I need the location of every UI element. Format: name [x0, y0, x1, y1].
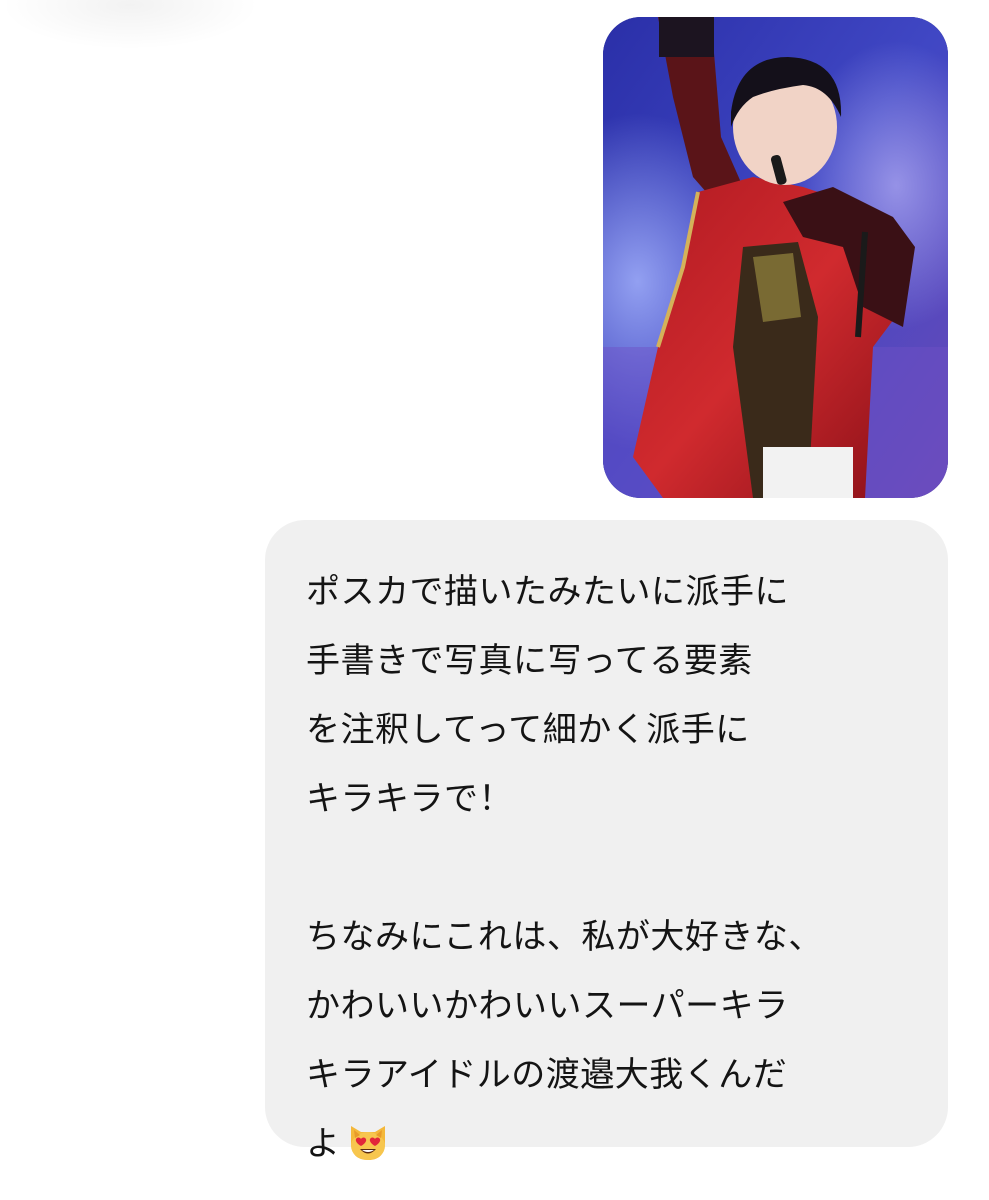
message-line-text: よ — [306, 1124, 341, 1164]
message-line: 手書きで写真に写ってる要素 — [306, 641, 753, 681]
message-line: を注釈してって細かく派手に — [306, 710, 750, 750]
message-line: キラアイドルの渡邉大我くんだ — [306, 1055, 788, 1095]
message-last-line: よ — [306, 1110, 908, 1179]
message-line: ポスカで描いたみたいに派手に — [306, 572, 789, 612]
message-line: かわいいかわいいスーパーキラ — [306, 986, 789, 1026]
message-line: ちなみにこれは、私が大好きな、 — [306, 917, 823, 957]
message-line: キラキラで！ — [306, 779, 513, 819]
concert-photo — [603, 17, 948, 498]
top-fade-shadow — [0, 0, 260, 50]
text-message-bubble[interactable]: ポスカで描いたみたいに派手に 手書きで写真に写ってる要素 を注釈してって細かく派… — [265, 520, 948, 1164]
heart-eyes-cat-emoji-icon — [345, 1118, 391, 1164]
image-message-bubble[interactable] — [603, 17, 948, 498]
